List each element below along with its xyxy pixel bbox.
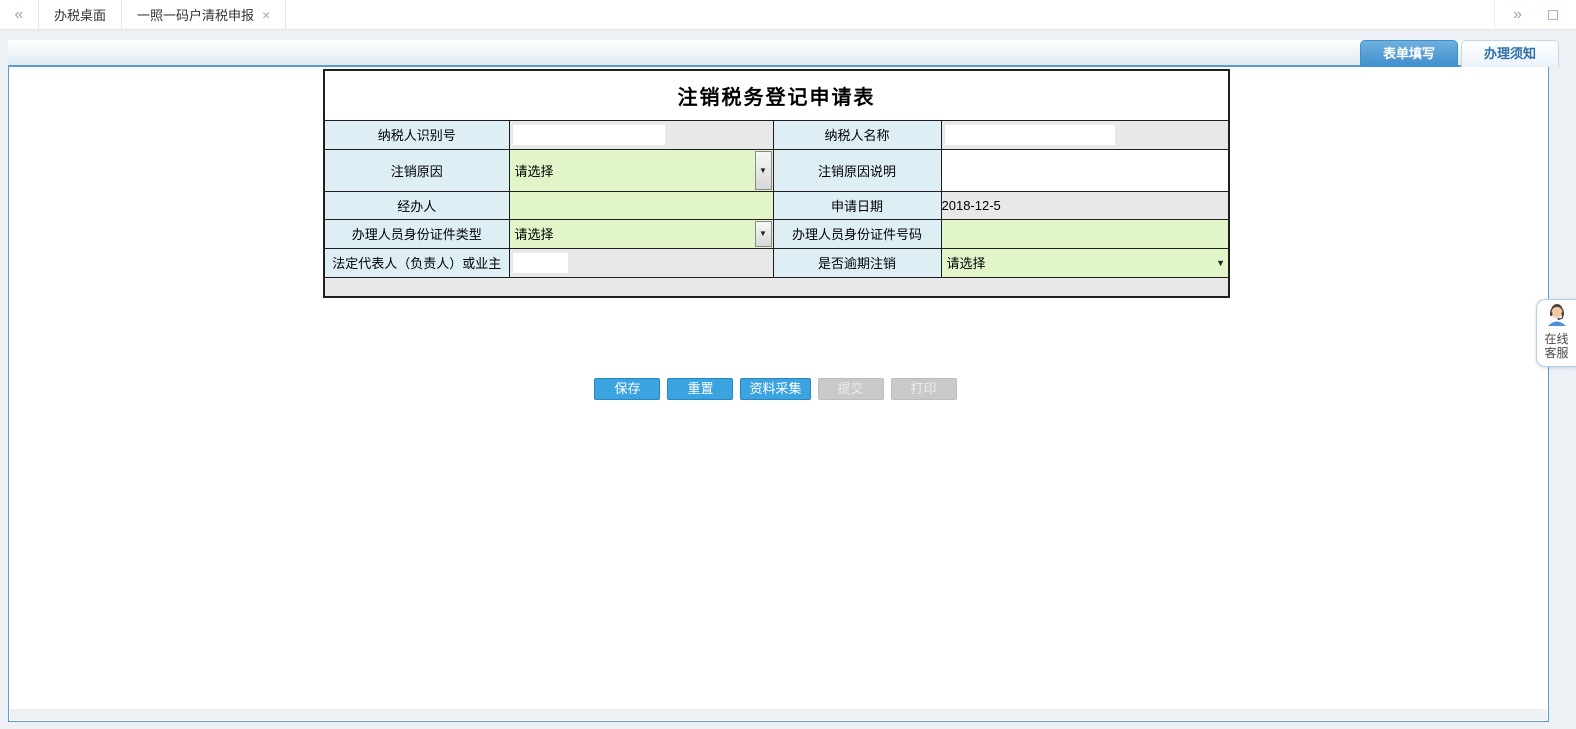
legal-rep-value xyxy=(508,247,774,278)
cancellation-form-table: 注销税务登记申请表 纳税人识别号 纳税人名称 注销原因 请选择 ▼ 注销原因说明… xyxy=(323,69,1230,298)
legal-rep-redacted-box xyxy=(512,252,568,273)
tab-clearance-declaration-label: 一照一码户清税申报 xyxy=(137,8,255,23)
save-button[interactable]: 保存 xyxy=(594,378,661,400)
close-icon[interactable]: × xyxy=(262,8,270,22)
tab-form-fill[interactable]: 表单填写 xyxy=(1359,40,1458,67)
tab-tax-desktop-label: 办税桌面 xyxy=(54,8,107,23)
chevron-down-icon[interactable]: ▼ xyxy=(754,220,772,247)
table-footer-cell xyxy=(323,276,1230,298)
overdue-select[interactable]: 请选择 ▼ xyxy=(940,247,1230,278)
panel-bottom-strip xyxy=(10,709,1547,720)
id-number-label: 办理人员身份证件号码 xyxy=(772,218,942,249)
overdue-selected-value: 请选择 xyxy=(946,256,986,271)
table-row: 办理人员身份证件类型 请选择 ▼ 办理人员身份证件号码 xyxy=(323,218,1230,249)
topbar-right-controls: » xyxy=(1494,0,1576,29)
cancel-reason-selected-value: 请选择 xyxy=(514,163,554,179)
tab-tax-desktop[interactable]: 办税桌面 xyxy=(38,0,123,29)
taxpayer-name-value xyxy=(940,119,1230,150)
taxpayer-id-label: 纳税人识别号 xyxy=(323,119,510,150)
submit-button[interactable]: 提交 xyxy=(817,378,884,400)
id-type-select[interactable]: 请选择 ▼ xyxy=(508,218,774,249)
overdue-label: 是否逾期注销 xyxy=(772,247,942,278)
apply-date-value: 2018-12-5 xyxy=(940,190,1230,220)
online-service-label-line1: 在线 xyxy=(1544,332,1569,346)
window-restore-icon[interactable] xyxy=(1548,9,1558,20)
main-panel: 注销税务登记申请表 纳税人识别号 纳税人名称 注销原因 请选择 ▼ 注销原因说明… xyxy=(8,67,1549,722)
taxpayer-id-redacted-box xyxy=(512,124,665,145)
chevron-down-icon[interactable]: ▼ xyxy=(754,150,772,190)
page-header-strip xyxy=(8,40,1549,67)
apply-date-label: 申请日期 xyxy=(772,190,942,220)
id-type-selected-value: 请选择 xyxy=(514,227,554,242)
expand-tabs-icon[interactable]: » xyxy=(1513,6,1522,24)
taxpayer-name-redacted-box xyxy=(944,124,1115,145)
handler-label: 经办人 xyxy=(323,190,510,220)
id-number-input[interactable] xyxy=(940,218,1230,249)
taxpayer-name-label: 纳税人名称 xyxy=(772,119,942,150)
table-row: 经办人 申请日期 2018-12-5 xyxy=(323,190,1230,220)
cancel-reason-label: 注销原因 xyxy=(323,148,510,192)
action-button-row: 保存 重置 资料采集 提交 打印 xyxy=(323,378,1228,400)
legal-rep-label: 法定代表人（负责人）或业主 xyxy=(323,247,510,278)
print-button[interactable]: 打印 xyxy=(890,378,957,400)
online-service-widget[interactable]: 在线 客服 xyxy=(1536,299,1576,367)
table-row: 注销原因 请选择 ▼ 注销原因说明 xyxy=(323,148,1230,192)
reset-button[interactable]: 重置 xyxy=(667,378,734,400)
table-row: 法定代表人（负责人）或业主 是否逾期注销 请选择 ▼ xyxy=(323,247,1230,278)
cancel-reason-desc-input[interactable] xyxy=(940,148,1230,192)
top-tab-bar: « 办税桌面 一照一码户清税申报 × » xyxy=(0,0,1576,30)
taxpayer-id-value xyxy=(508,119,774,150)
chevron-down-icon[interactable]: ▼ xyxy=(1216,258,1225,268)
cancel-reason-select[interactable]: 请选择 ▼ xyxy=(508,148,774,192)
tab-handling-notice[interactable]: 办理须知 xyxy=(1460,40,1559,67)
id-type-label: 办理人员身份证件类型 xyxy=(323,218,510,249)
customer-service-avatar-icon xyxy=(1545,304,1569,331)
table-row: 纳税人识别号 纳税人名称 xyxy=(323,119,1230,150)
tab-clearance-declaration[interactable]: 一照一码户清税申报 × xyxy=(122,0,287,29)
cancel-reason-desc-label: 注销原因说明 xyxy=(772,148,942,192)
online-service-label-line2: 客服 xyxy=(1544,346,1569,360)
table-footer-row xyxy=(323,276,1230,298)
handler-input[interactable] xyxy=(508,190,774,220)
collapse-tabs-icon[interactable]: « xyxy=(0,0,38,29)
page-tabs: 表单填写 办理须知 xyxy=(1359,40,1559,67)
form-title: 注销税务登记申请表 xyxy=(323,69,1230,121)
data-collection-button[interactable]: 资料采集 xyxy=(740,378,811,400)
